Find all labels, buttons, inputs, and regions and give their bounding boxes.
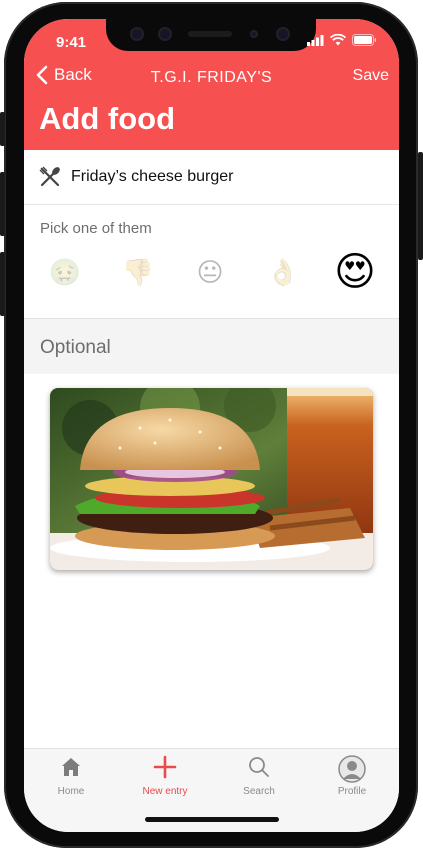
tab-profile[interactable]: Profile <box>305 755 399 797</box>
optional-section-header: Optional <box>24 318 399 374</box>
header: 9:41 Back T.G.I. FRIDAY'S Save Add food <box>24 19 399 150</box>
screen: 9:41 Back T.G.I. FRIDAY'S Save Add food … <box>24 19 399 832</box>
wifi-icon <box>330 34 346 46</box>
food-name-row[interactable]: Friday’s cheese burger <box>24 150 399 205</box>
heart-eyes-face-icon[interactable]: 😍 <box>330 247 380 297</box>
optional-label: Optional <box>40 337 111 358</box>
save-button[interactable]: Save <box>353 67 389 85</box>
food-name: Friday’s cheese burger <box>71 168 234 185</box>
tab-search-label: Search <box>243 786 275 797</box>
tab-new-entry[interactable]: New entry <box>118 755 212 797</box>
page-title: Add food <box>39 101 176 136</box>
search-icon <box>249 757 269 777</box>
restaurant-title: T.G.I. FRIDAY'S <box>150 69 273 86</box>
tab-home[interactable]: Home <box>24 755 118 797</box>
speaker-grille <box>188 31 232 37</box>
battery-icon <box>352 34 377 46</box>
volume-down-button <box>0 252 5 316</box>
rating-label: Pick one of them <box>40 220 152 237</box>
tab-new-entry-label: New entry <box>142 786 188 797</box>
power-button <box>418 152 423 260</box>
profile-icon <box>338 755 366 783</box>
thumbs-down-icon[interactable]: 👎 <box>113 247 163 297</box>
plus-icon <box>153 755 177 779</box>
home-icon <box>62 758 80 776</box>
status-icons <box>307 34 377 46</box>
tab-home-label: Home <box>57 786 85 797</box>
proximity-sensor-icon <box>250 30 258 38</box>
sick-face-icon[interactable]: 🤢 <box>40 247 90 297</box>
ok-hand-icon[interactable]: 👌 <box>258 247 308 297</box>
mute-switch <box>0 112 5 146</box>
front-camera-icon <box>276 27 290 41</box>
rating-options: 🤢 👎 😐 👌 😍 <box>24 247 399 297</box>
camera-icon <box>130 27 144 41</box>
food-photo[interactable] <box>50 388 373 570</box>
burger-image <box>50 388 373 570</box>
tab-search[interactable]: Search <box>212 755 306 797</box>
home-indicator[interactable] <box>145 817 279 822</box>
fork-knife-icon <box>39 166 60 187</box>
notch <box>106 19 316 51</box>
sensor-icon <box>158 27 172 41</box>
volume-up-button <box>0 172 5 236</box>
neutral-face-icon[interactable]: 😐 <box>185 247 235 297</box>
status-time: 9:41 <box>56 34 87 51</box>
tab-profile-label: Profile <box>337 786 367 797</box>
cellular-signal-icon <box>307 34 324 46</box>
